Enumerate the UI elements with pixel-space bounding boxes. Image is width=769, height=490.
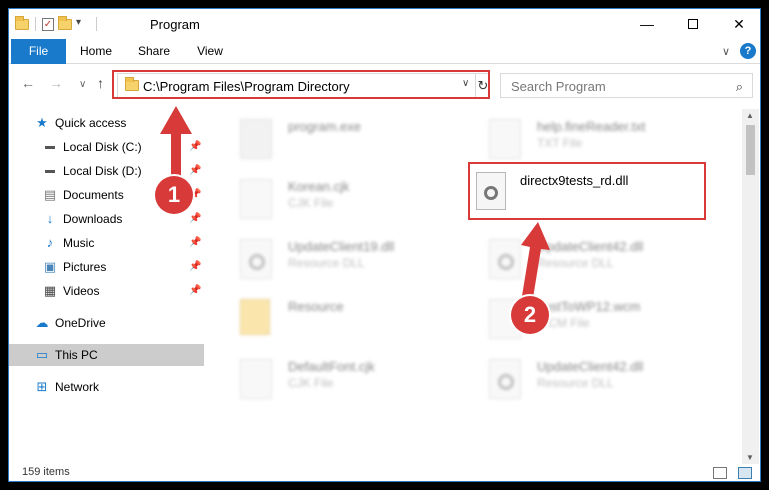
step-badge-1: 1 bbox=[155, 176, 193, 214]
arrow-up-2 bbox=[521, 222, 550, 298]
arrow-up-1 bbox=[160, 106, 192, 178]
annotation-arrows bbox=[160, 106, 550, 298]
step-badge-2: 2 bbox=[511, 296, 549, 334]
